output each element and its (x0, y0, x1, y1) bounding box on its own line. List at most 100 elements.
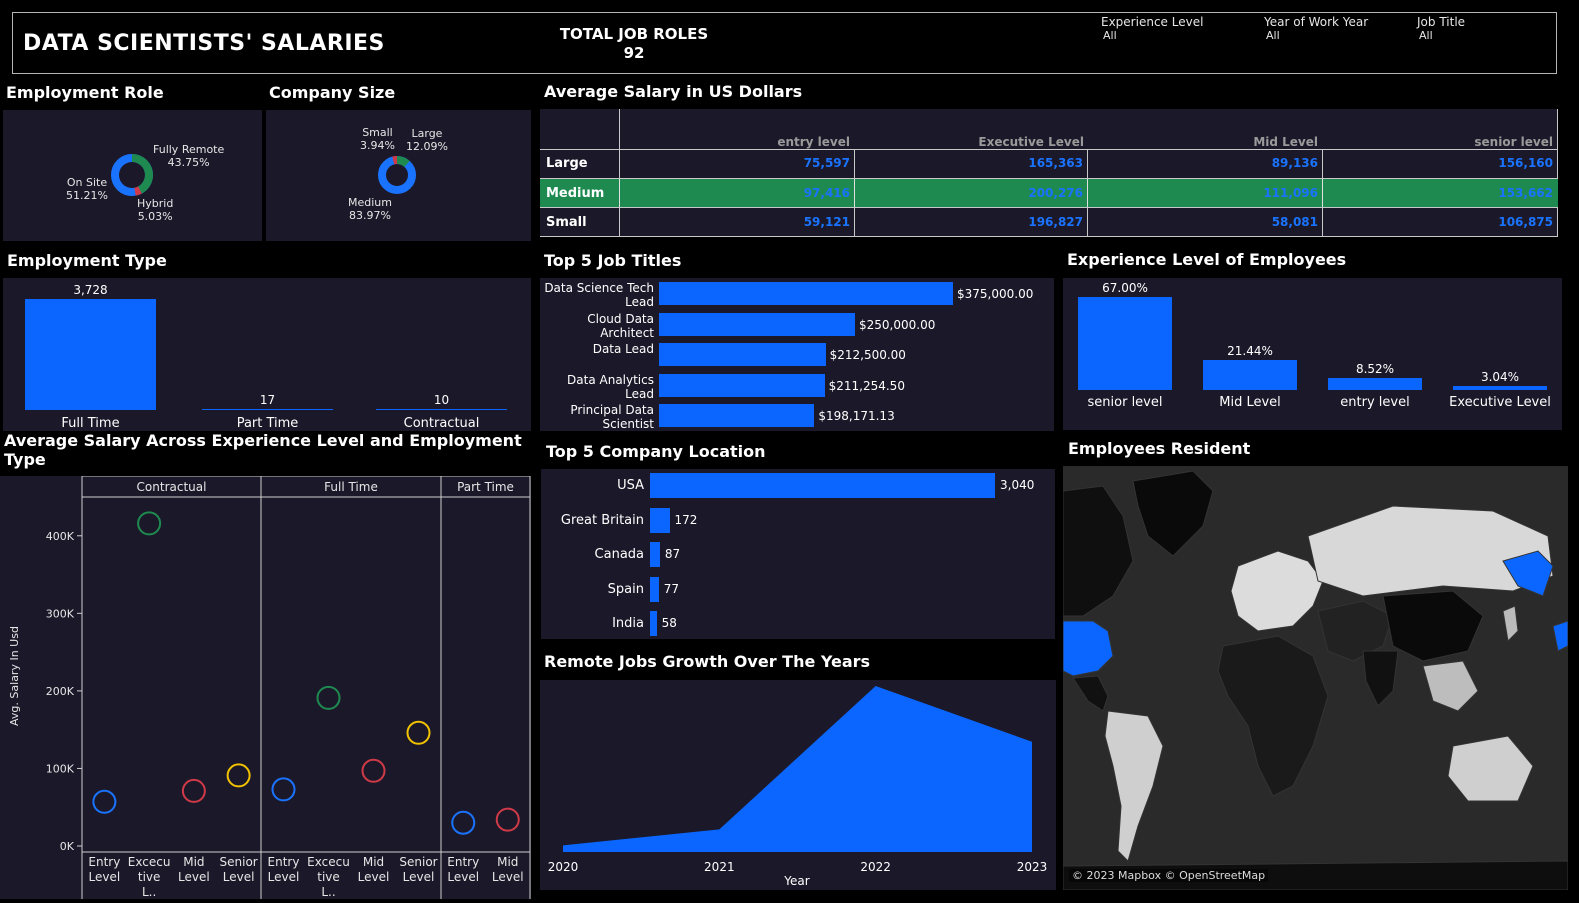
world-map[interactable]: © 2023 Mapbox © OpenStreetMap (1063, 466, 1568, 890)
table-cell: 58,081 (1271, 215, 1318, 229)
slice-label: Hybrid 5.03% (137, 197, 174, 223)
x-tick-label: Entry (268, 855, 300, 869)
employment-role-panel: Fully Remote 43.75% On Site 51.21% Hybrid 5… (3, 110, 262, 241)
category-label: Cloud Data Architect (587, 311, 654, 340)
data-point[interactable] (406, 720, 431, 745)
table-cell: 200,276 (1028, 186, 1083, 200)
bar[interactable] (650, 473, 995, 498)
data-label: 67.00% (1102, 281, 1148, 295)
divider (540, 149, 1558, 150)
donut-slice-medium[interactable] (378, 156, 416, 194)
category-label: Spain (607, 581, 644, 597)
category-label: Part Time (236, 416, 299, 431)
data-point[interactable] (226, 763, 251, 788)
x-tick-label: Entry (447, 855, 479, 869)
data-point[interactable] (181, 778, 206, 803)
divider (540, 236, 1558, 237)
map-region-greenland[interactable] (1132, 470, 1214, 557)
facet-header-label: Contractual (137, 480, 207, 494)
row-label: Small (546, 215, 587, 230)
filter-value[interactable]: All (1417, 29, 1547, 42)
bar[interactable] (650, 507, 670, 533)
map-region-south-america[interactable] (1104, 710, 1164, 862)
bar[interactable] (650, 542, 660, 567)
data-point[interactable] (316, 685, 341, 710)
filter-year[interactable]: Year of Work Year All (1264, 15, 1404, 45)
data-label: 3,728 (73, 283, 108, 297)
bar[interactable] (1203, 360, 1297, 390)
top-locations-chart: USA 3,040 Great Britain 172 Canada 87 Spain 77 I… (541, 469, 1055, 639)
divider (619, 179, 620, 207)
kpi-value: 92 (623, 44, 645, 62)
category-label: senior level (1087, 395, 1163, 410)
bar[interactable] (659, 312, 855, 336)
category-label: entry level (1340, 395, 1410, 410)
x-tick-label: L.. (321, 885, 335, 899)
map-region-usa-east[interactable] (1552, 620, 1568, 652)
area-series[interactable] (563, 686, 1032, 852)
map-region-se-asia[interactable] (1422, 660, 1479, 712)
x-tick-label: Entry (88, 855, 120, 869)
data-label: 3.04% (1480, 369, 1520, 384)
data-point[interactable] (137, 511, 162, 536)
data-point[interactable] (92, 789, 117, 814)
map-region-mexico[interactable] (1072, 675, 1109, 712)
map-region-japan[interactable] (1502, 605, 1519, 643)
employment-role-title: Employment Role (6, 83, 164, 102)
y-tick-label: 300K (46, 607, 75, 620)
map-attribution: © 2023 Mapbox © OpenStreetMap (1069, 869, 1269, 882)
col-header: Mid Level (1253, 135, 1318, 149)
x-tick-label: 2020 (548, 860, 579, 874)
donut-slice-remote[interactable] (131, 154, 153, 194)
filter-value[interactable]: All (1101, 29, 1241, 42)
x-tick-label: 2022 (860, 860, 891, 874)
remote-growth-chart: 2020 2021 2022 2023 Year (548, 686, 1047, 888)
map-region-europe[interactable] (1230, 550, 1324, 632)
bar[interactable] (650, 611, 657, 636)
category-label: USA (617, 478, 644, 493)
donut-slice-hybrid[interactable] (134, 186, 142, 196)
bar[interactable] (1328, 378, 1422, 390)
bar[interactable] (659, 373, 825, 397)
data-point[interactable] (451, 810, 476, 835)
bar[interactable] (650, 576, 659, 602)
map-region-india[interactable] (1362, 650, 1399, 707)
category-label: Great Britain (560, 512, 644, 528)
x-tick-label: Level (403, 870, 435, 884)
data-label: $212,500.00 (829, 348, 906, 362)
data-point[interactable] (271, 777, 296, 802)
donut-slice-large[interactable] (396, 156, 410, 168)
data-label: 17 (259, 393, 276, 407)
donut-slice-small[interactable] (392, 156, 398, 165)
map-region-canada[interactable] (1063, 485, 1134, 617)
category-label: Principal Data Scientist (570, 403, 654, 431)
filter-job-title[interactable]: Job Title All (1417, 15, 1547, 45)
map-region-africa[interactable] (1217, 635, 1329, 797)
bar[interactable] (202, 409, 333, 410)
x-tick-label: Level (89, 870, 121, 884)
bar[interactable] (1453, 385, 1547, 390)
data-point[interactable] (495, 807, 520, 832)
y-tick-label: 0K (60, 840, 75, 853)
x-tick-label: Mid (183, 855, 204, 869)
company-size-panel: Small 3.94% Large 12.09% Medium 83.97% (266, 110, 531, 241)
data-point[interactable] (361, 758, 386, 783)
filter-value[interactable]: All (1264, 29, 1404, 42)
bar[interactable] (659, 282, 953, 305)
bar[interactable] (659, 404, 815, 427)
data-label: 58 (661, 616, 677, 630)
bar[interactable] (659, 343, 826, 366)
avg-salary-scatter-chart: 0K 100K 200K 300K 400K Avg. Salary In Usd Cont… (8, 475, 531, 899)
filter-label: Job Title (1417, 15, 1466, 29)
bar[interactable] (1078, 297, 1172, 390)
filter-experience-level[interactable]: Experience Level All (1101, 15, 1241, 45)
bar[interactable] (25, 299, 156, 410)
map-region-australia[interactable] (1447, 735, 1534, 802)
bar[interactable] (376, 409, 507, 410)
map-region-usa[interactable] (1063, 620, 1114, 677)
x-tick-label: Level (268, 870, 300, 884)
employment-type-chart: 3,728 Full Time 17 Part Time 10 Contractual (3, 278, 531, 431)
data-label: $211,254.50 (828, 378, 905, 393)
data-label: 8.52% (1355, 362, 1395, 377)
x-tick-label: Level (358, 870, 390, 884)
